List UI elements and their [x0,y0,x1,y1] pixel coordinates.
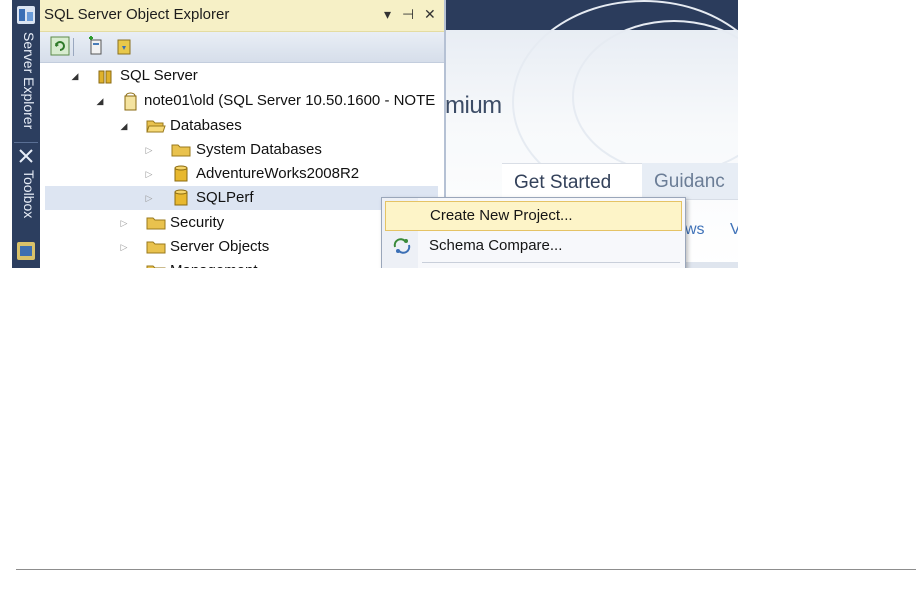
sql-server-icon [97,68,113,84]
folder-icon [171,142,191,158]
tree-node-label: Security [170,214,225,231]
panel-toolbar [40,32,444,63]
context-menu: Create New Project... Schema Compare... [381,197,686,268]
collapse-arrow-icon[interactable]: ▷ [144,138,154,162]
close-icon[interactable]: ✕ [424,6,436,23]
folder-icon [146,239,166,255]
tree-node-server-instance[interactable]: ◢ note01\old (SQL Server 10.50.1600 - NO… [40,89,444,113]
product-name: mium [445,92,502,119]
tree-node-label: AdventureWorks2008R2 [196,165,360,182]
expand-arrow-icon[interactable]: ◢ [95,89,105,113]
tree-node-label: note01\old (SQL Server 10.50.1600 - NOTE [144,92,436,109]
menu-item-create-new-project[interactable]: Create New Project... [385,201,682,231]
ide-screenshot: mium Get Started Guidanc ws V Server Exp… [12,0,738,268]
add-server-icon[interactable] [86,36,106,56]
collapse-arrow-icon[interactable]: ▷ [119,259,129,268]
pin-icon[interactable]: ⊣ [402,6,414,23]
menu-item-label: Schema Compare... [429,237,563,254]
tree-node-sql-server[interactable]: ◢ SQL Server [40,64,444,88]
server-instance-icon [122,91,140,111]
database-icon [174,189,188,207]
start-page-tabs: Get Started Guidanc [502,163,738,200]
filter-icon[interactable] [114,36,134,56]
tree-node-label: Databases [170,117,242,134]
expand-arrow-icon[interactable]: ◢ [70,64,80,88]
menu-item-schema-compare[interactable]: Schema Compare... [385,232,680,260]
panel-title: SQL Server Object Explorer [44,6,230,23]
tree-node-label: SQL Server [120,67,198,84]
start-page-link[interactable]: V [730,221,738,239]
tree-node-label: Management [170,259,258,268]
dock-separator [14,142,38,143]
folder-icon [146,215,166,231]
collapse-arrow-icon[interactable]: ▷ [119,211,129,235]
dock-tab-server-explorer[interactable]: Server Explorer [15,32,37,140]
dock-strip: Server Explorer Toolbox [12,0,40,268]
tab-guidance[interactable]: Guidanc [642,163,738,199]
server-explorer-icon[interactable] [17,6,35,24]
expand-arrow-icon[interactable]: ◢ [119,114,129,138]
tree-node-sqlperf[interactable]: ▷ SQLPerf [45,186,438,210]
collapse-arrow-icon[interactable]: ▷ [144,162,154,186]
tree-node-label: System Databases [196,141,322,158]
tree-node-label: Server Objects [170,238,270,255]
tree-node-system-databases[interactable]: ▷ System Databases [40,138,444,162]
folder-open-icon [146,118,166,134]
tab-get-started[interactable]: Get Started [502,163,654,200]
dock-tab-toolbox[interactable]: Toolbox [15,170,37,236]
database-icon [174,165,188,183]
tree-node-adventureworks[interactable]: ▷ AdventureWorks2008R2 [40,162,444,186]
folder-icon [146,263,166,268]
toolbar-separator [73,38,74,56]
refresh-icon[interactable] [50,36,70,56]
menu-item-label: Create New Project... [430,207,573,224]
dropdown-icon[interactable]: ▾ [384,6,391,23]
schema-compare-icon [393,237,411,255]
collapse-arrow-icon[interactable]: ▷ [144,186,154,210]
page-divider [16,569,916,570]
menu-separator [422,262,680,263]
data-sources-icon[interactable] [17,242,35,260]
tree-node-databases[interactable]: ◢ Databases [40,114,444,138]
toolbox-icon[interactable] [17,147,35,165]
tree-node-label: SQLPerf [196,189,254,206]
start-page-link[interactable]: ws [685,221,705,239]
collapse-arrow-icon[interactable]: ▷ [119,235,129,259]
panel-title-bar[interactable]: SQL Server Object Explorer ▾ ⊣ ✕ [40,0,444,32]
